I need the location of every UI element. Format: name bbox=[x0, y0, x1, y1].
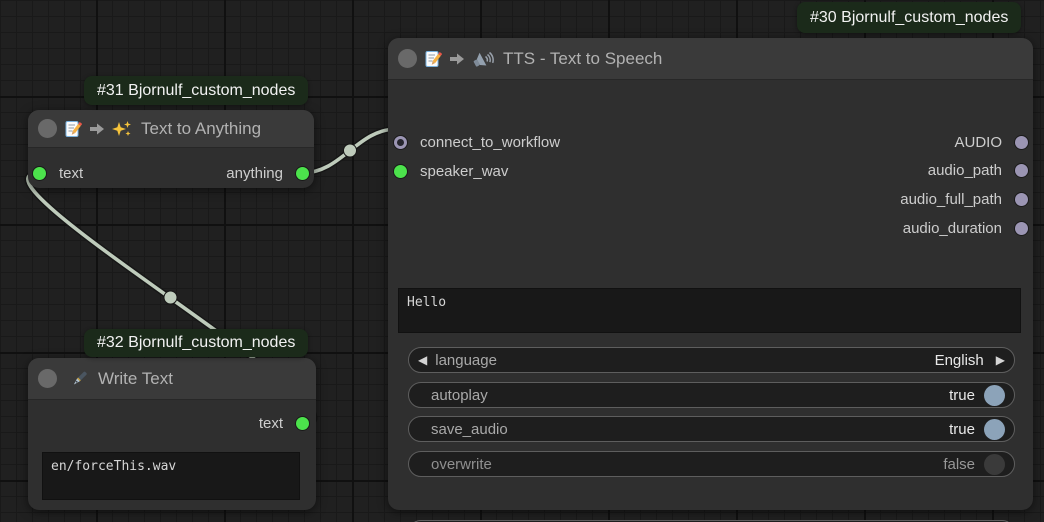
collapse-dot[interactable] bbox=[38, 369, 57, 388]
node-editor-canvas[interactable]: Text to Anything text anything bbox=[0, 0, 1044, 522]
toggle-dot-icon[interactable] bbox=[984, 385, 1005, 406]
port-dot-icon[interactable] bbox=[1015, 136, 1028, 149]
node-text-to-anything[interactable]: Text to Anything text anything bbox=[28, 110, 314, 188]
node-tts-text-to-speech[interactable]: TTS - Text to Speech connect_to_workflow… bbox=[388, 38, 1033, 510]
widget-overwrite[interactable]: overwrite false bbox=[408, 451, 1015, 477]
node-write-text[interactable]: Write Text text en/forceThis.wav bbox=[28, 358, 316, 510]
decrement-arrow-icon[interactable]: ◀ bbox=[418, 354, 427, 366]
arrow-right-icon bbox=[89, 122, 105, 136]
input-port-speaker-wav[interactable]: speaker_wav bbox=[394, 157, 508, 185]
node-id-badge-30: #30 Bjornulf_custom_nodes bbox=[797, 2, 1021, 33]
output-port-text[interactable]: text bbox=[259, 409, 309, 437]
collapse-dot[interactable] bbox=[398, 49, 417, 68]
widget-language[interactable]: ◀ language English ▶ bbox=[408, 347, 1015, 373]
tts-text-input[interactable]: Hello bbox=[398, 288, 1021, 333]
widget-save-audio[interactable]: save_audio true bbox=[408, 416, 1015, 442]
output-port-audio-path[interactable]: audio_path bbox=[928, 156, 1028, 184]
sparkles-icon bbox=[112, 120, 132, 138]
memo-icon bbox=[424, 50, 442, 68]
port-dot-icon[interactable] bbox=[1015, 222, 1028, 235]
node-header[interactable]: Write Text bbox=[28, 358, 316, 400]
output-port-audio-full-path[interactable]: audio_full_path bbox=[900, 185, 1028, 213]
node-title: TTS - Text to Speech bbox=[503, 49, 662, 69]
input-port-text[interactable]: text bbox=[33, 159, 83, 187]
node-title: Write Text bbox=[98, 369, 173, 389]
widget-autoplay[interactable]: autoplay true bbox=[408, 382, 1015, 408]
port-dot-icon[interactable] bbox=[1015, 193, 1028, 206]
node-title: Text to Anything bbox=[141, 119, 261, 139]
input-port-connect-to-workflow[interactable]: connect_to_workflow bbox=[394, 128, 560, 156]
toggle-dot-icon[interactable] bbox=[984, 419, 1005, 440]
node-id-badge-32: #32 Bjornulf_custom_nodes bbox=[84, 329, 308, 357]
output-port-audio-duration[interactable]: audio_duration bbox=[903, 214, 1028, 242]
wire-midpoint-dot[interactable] bbox=[344, 144, 357, 157]
port-dot-icon[interactable] bbox=[1015, 164, 1028, 177]
toggle-dot-icon[interactable] bbox=[984, 454, 1005, 475]
fountain-pen-icon bbox=[69, 369, 89, 389]
loudspeaker-icon bbox=[472, 49, 494, 68]
output-port-anything[interactable]: anything bbox=[226, 159, 309, 187]
memo-icon bbox=[64, 120, 82, 138]
arrow-right-icon bbox=[449, 52, 465, 66]
wire-midpoint-dot[interactable] bbox=[164, 291, 177, 304]
port-dot-icon[interactable] bbox=[296, 167, 309, 180]
port-dot-icon[interactable] bbox=[33, 167, 46, 180]
node-header[interactable]: TTS - Text to Speech bbox=[388, 38, 1033, 80]
port-dot-icon[interactable] bbox=[296, 417, 309, 430]
port-dot-icon[interactable] bbox=[394, 136, 407, 149]
node-header[interactable]: Text to Anything bbox=[28, 110, 314, 148]
increment-arrow-icon[interactable]: ▶ bbox=[996, 354, 1005, 366]
write-text-input[interactable]: en/forceThis.wav bbox=[42, 452, 300, 500]
node-id-badge-31: #31 Bjornulf_custom_nodes bbox=[84, 76, 308, 105]
port-dot-icon[interactable] bbox=[394, 165, 407, 178]
collapse-dot[interactable] bbox=[38, 119, 57, 138]
output-port-audio[interactable]: AUDIO bbox=[954, 128, 1028, 156]
